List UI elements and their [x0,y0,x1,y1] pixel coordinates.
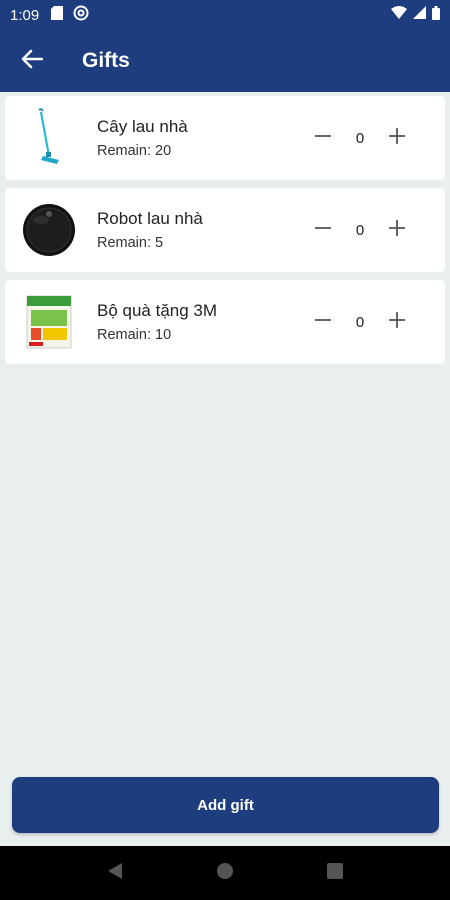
at-sign-icon [73,5,89,26]
wifi-icon [391,6,407,24]
status-time: 1:09 [10,6,40,24]
minus-icon [314,311,332,334]
gift-remain-label: Remain: [97,327,151,343]
gift-name: Robot lau nhà [97,209,203,228]
arrow-left-icon [21,49,44,74]
gift-card: Robot lau nhà Remain: 5 0 [5,188,445,272]
quantity-value: 0 [355,221,365,239]
gift-remain-label: Remain: [97,235,151,251]
nav-home-button[interactable] [200,853,250,893]
decrease-button[interactable] [305,212,341,248]
quantity-value: 0 [355,313,365,331]
triangle-back-icon [107,862,123,885]
quantity-stepper: 0 [305,280,415,364]
quantity-value: 0 [355,129,365,147]
battery-icon [432,5,440,25]
gift-card: Bộ quà tặng 3M Remain: 10 0 [5,280,445,364]
gift-remain-label: Remain: [97,143,151,159]
status-bar: 1:09 [0,0,450,30]
quantity-stepper: 0 [305,188,415,272]
square-recents-icon [326,862,344,885]
gift-box-icon [19,292,79,352]
nav-recents-button[interactable] [310,853,360,893]
robot-vacuum-icon [19,200,79,260]
decrease-button[interactable] [305,120,341,156]
app-bar: Gifts [0,30,450,92]
add-gift-button[interactable]: Add gift [12,777,439,833]
gift-remain: Remain: 20 [97,143,188,159]
gift-remain-value: 10 [155,327,172,343]
gift-name: Cây lau nhà [97,117,188,136]
gift-remain: Remain: 5 [97,235,203,251]
system-nav-bar [0,846,450,900]
decrease-button[interactable] [305,304,341,340]
plus-icon [388,311,406,334]
gift-remain-value: 20 [155,143,172,159]
increase-button[interactable] [379,304,415,340]
nav-back-button[interactable] [90,853,140,893]
increase-button[interactable] [379,212,415,248]
plus-icon [388,127,406,150]
increase-button[interactable] [379,120,415,156]
gift-name: Bộ quà tặng 3M [97,301,218,320]
minus-icon [314,127,332,150]
signal-icon [413,6,426,24]
page-title: Gifts [82,49,130,72]
gift-card: Cây lau nhà Remain: 20 0 [5,96,445,180]
gift-remain-value: 5 [155,235,164,251]
gift-remain: Remain: 10 [97,327,217,343]
plus-icon [388,219,406,242]
circle-home-icon [216,862,234,885]
gift-list: Cây lau nhà Remain: 20 0 Robot lau nhà R… [5,96,445,372]
sd-card-icon [51,5,64,25]
minus-icon [314,219,332,242]
mop-icon [19,108,79,168]
back-button[interactable] [0,30,64,92]
quantity-stepper: 0 [305,96,415,180]
